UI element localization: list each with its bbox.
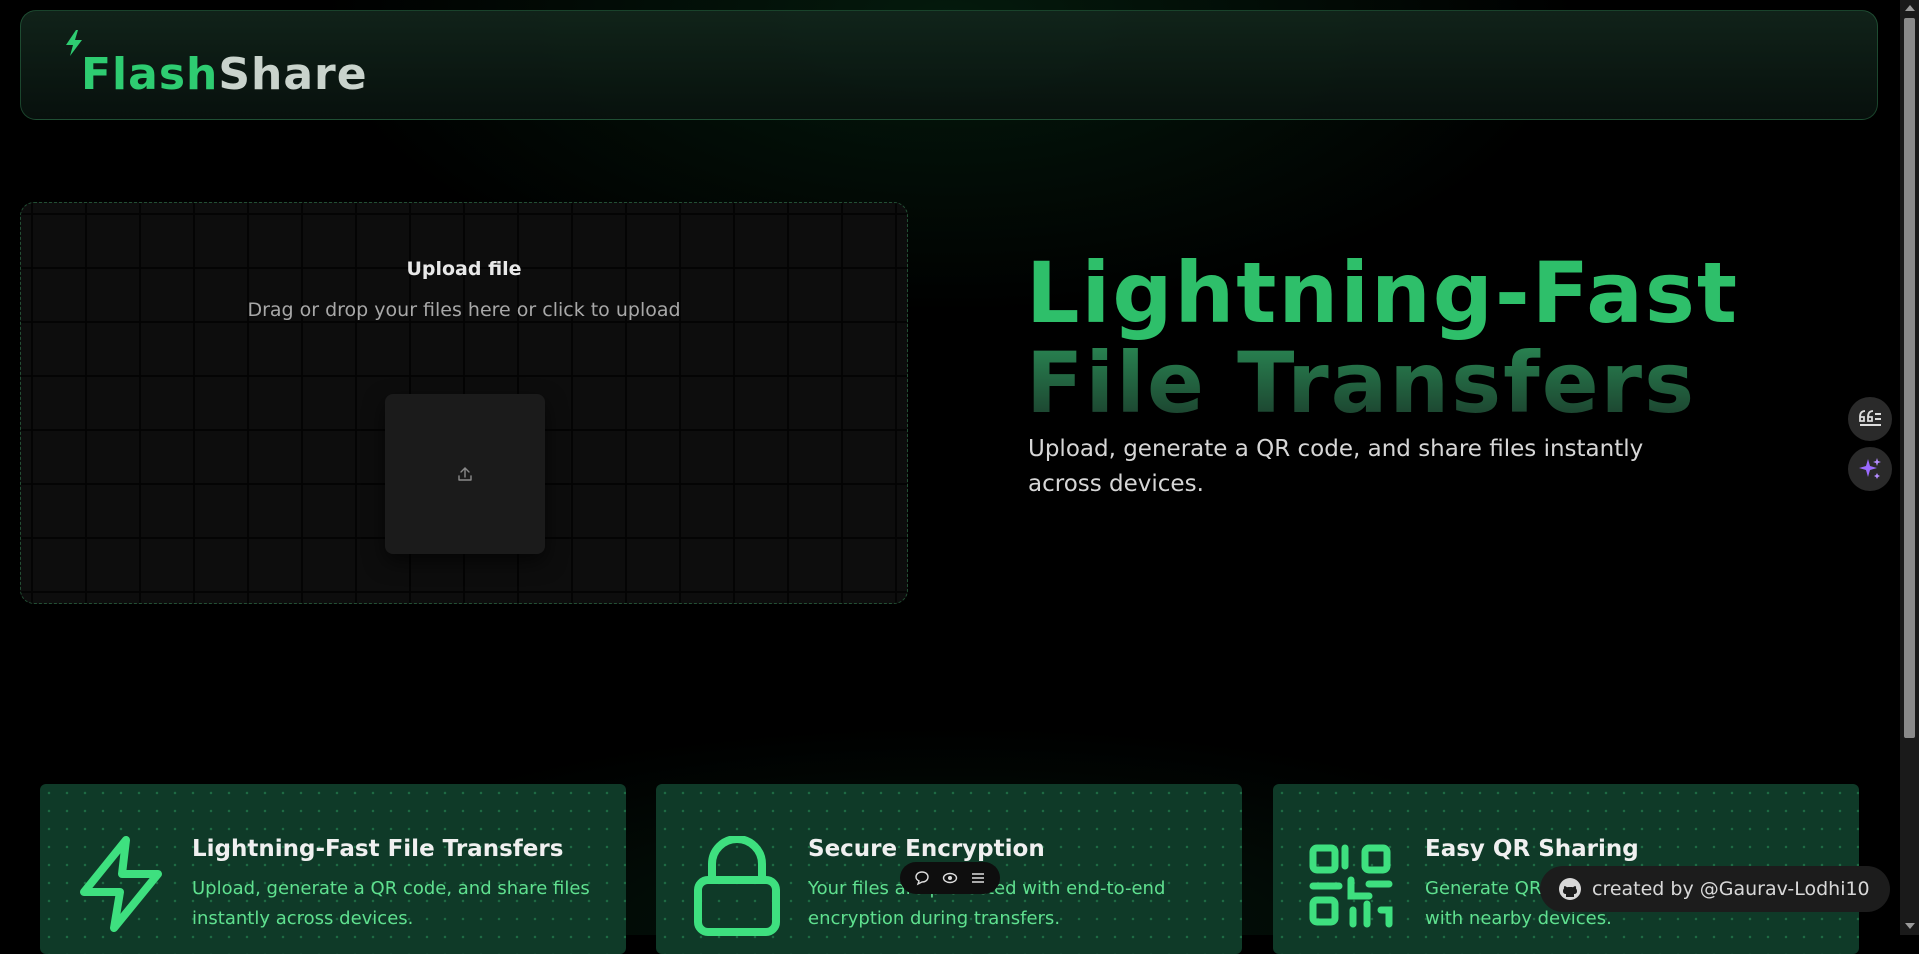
comment-button[interactable] <box>914 870 930 886</box>
page-scrollbar[interactable] <box>1900 0 1919 935</box>
menu-button[interactable] <box>970 870 986 886</box>
quote-icon <box>1859 410 1881 426</box>
comment-icon <box>915 871 929 886</box>
quote-button[interactable] <box>1848 397 1892 441</box>
logo-part-share: Share <box>218 49 368 100</box>
menu-icon <box>972 873 984 883</box>
feature-title: Easy QR Sharing <box>1425 836 1639 862</box>
scroll-up-arrow[interactable] <box>1905 5 1915 11</box>
scroll-thumb[interactable] <box>1904 18 1915 738</box>
upload-dropzone[interactable]: Upload file Drag or drop your files here… <box>20 202 908 604</box>
ai-assistant-button[interactable] <box>1848 447 1892 491</box>
feature-title: Lightning-Fast File Transfers <box>192 836 564 862</box>
logo-part-flash: Flash <box>81 49 219 100</box>
logo-text: FlashShare <box>81 49 368 100</box>
credit-link[interactable]: created by @Gaurav-Lodhi10 <box>1540 866 1890 912</box>
hero-subtitle: Upload, generate a QR code, and share fi… <box>1028 436 1644 497</box>
upload-button[interactable] <box>385 394 545 554</box>
hero-title-line1: Lightning-Fast <box>1026 244 1740 342</box>
credit-text: created by @Gaurav-Lodhi10 <box>1592 878 1870 900</box>
lock-icon <box>694 836 780 936</box>
feature-title: Secure Encryption <box>808 836 1045 862</box>
upload-title: Upload file <box>406 258 522 280</box>
upload-icon <box>458 467 472 481</box>
scroll-down-arrow[interactable] <box>1905 923 1915 929</box>
floating-toolbar <box>900 862 1000 894</box>
sparkle-icon <box>1859 458 1881 479</box>
feature-text: Your files are protected with end-to-end… <box>808 878 1166 929</box>
hero-title-line2: File Transfers <box>1026 338 1739 428</box>
lightning-icon <box>80 836 162 932</box>
feature-card-speed: Lightning-Fast File Transfers Upload, ge… <box>40 784 626 954</box>
feature-text: Upload, generate a QR code, and share fi… <box>192 878 590 929</box>
hero-title: Lightning-Fast File Transfers <box>1026 248 1739 428</box>
upload-subtitle: Drag or drop your files here or click to… <box>247 299 681 321</box>
github-icon <box>1559 878 1581 900</box>
top-header: FlashShare <box>20 10 1878 120</box>
eye-icon <box>942 872 958 884</box>
qr-code-icon <box>1309 844 1393 928</box>
view-button[interactable] <box>942 870 958 886</box>
